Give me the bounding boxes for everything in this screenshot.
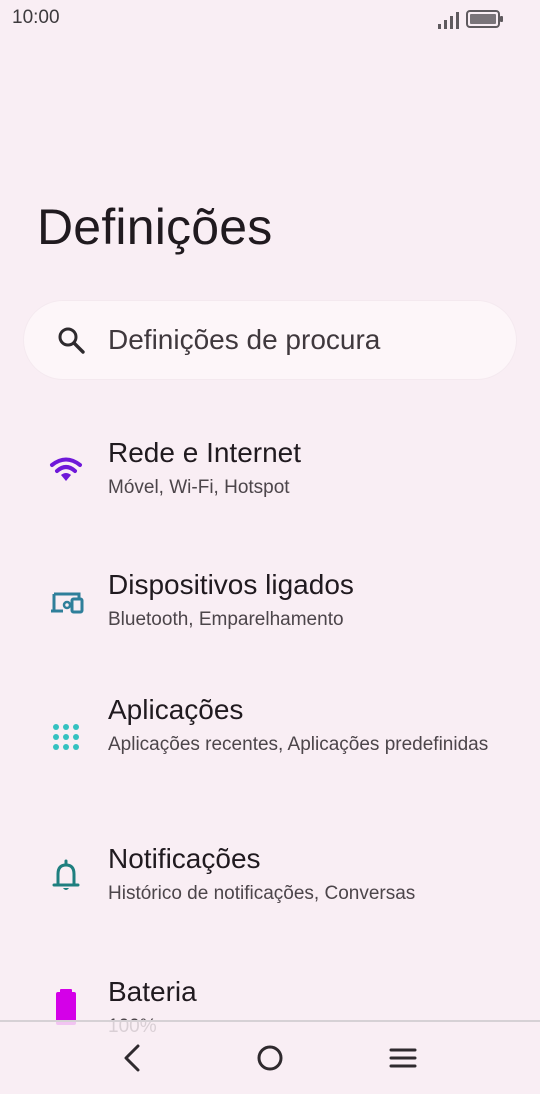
settings-item-title: Aplicações xyxy=(108,694,244,725)
settings-item-notifications[interactable]: Notificações Histórico de notificações, … xyxy=(0,842,540,932)
settings-item-title: Notificações xyxy=(108,843,261,874)
search-bar[interactable]: Definições de procura xyxy=(24,301,516,379)
settings-item-subtitle: Bluetooth, Emparelhamento xyxy=(108,609,344,630)
settings-item-network[interactable]: Rede e Internet Móvel, Wi-Fi, Hotspot xyxy=(0,436,540,526)
settings-item-subtitle: Móvel, Wi-Fi, Hotspot xyxy=(108,477,290,498)
battery-icon xyxy=(466,10,503,28)
settings-item-apps[interactable]: Aplicações Aplicações recentes, Aplicaçõ… xyxy=(0,693,540,803)
search-icon xyxy=(58,327,85,354)
status-time: 10:00 xyxy=(12,7,60,28)
settings-item-title: Dispositivos ligados xyxy=(108,569,354,600)
status-bar: 10:00 xyxy=(0,0,540,38)
settings-item-subtitle: Aplicações recentes, Aplicações predefin… xyxy=(108,734,489,755)
settings-item-title: Bateria xyxy=(108,976,197,1007)
wifi-icon xyxy=(50,457,82,481)
search-placeholder: Definições de procura xyxy=(108,324,381,355)
back-chevron-icon[interactable] xyxy=(112,1038,152,1078)
page-title: Definições xyxy=(37,199,273,255)
menu-icon[interactable] xyxy=(383,1038,423,1078)
settings-item-title: Rede e Internet xyxy=(108,437,302,468)
settings-item-connected-devices[interactable]: Dispositivos ligados Bluetooth, Emparelh… xyxy=(0,568,540,658)
bell-icon xyxy=(52,859,80,890)
apps-grid-icon xyxy=(53,724,79,750)
navigation-bar xyxy=(0,1020,540,1094)
connected-devices-icon xyxy=(51,592,84,614)
settings-item-subtitle: Histórico de notificações, Conversas xyxy=(108,883,416,904)
home-circle-icon[interactable] xyxy=(250,1038,290,1078)
cellular-signal-icon xyxy=(438,12,459,29)
